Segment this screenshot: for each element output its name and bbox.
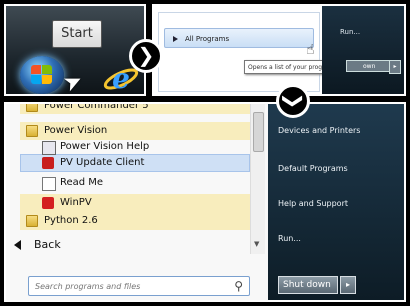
run-link[interactable]: Run... (278, 234, 301, 243)
folder-icon (26, 125, 38, 137)
start-orb-button[interactable] (20, 56, 64, 94)
search-box[interactable]: ⚲ (28, 276, 250, 296)
document-icon (42, 177, 56, 191)
start-menu-right-pane: Devices and Printers Default Programs He… (268, 104, 404, 300)
scrollbar-thumb[interactable] (253, 112, 264, 152)
help-file-icon (42, 141, 56, 155)
expand-triangle-icon (173, 36, 178, 42)
shutdown-button-partial[interactable]: own ▸ (346, 60, 401, 74)
shutdown-options-arrow-icon[interactable]: ▸ (340, 276, 356, 294)
back-label: Back (34, 238, 61, 251)
folder-icon (26, 215, 38, 227)
right-pane: Run... own ▸ (322, 6, 404, 94)
start-tooltip: Start (52, 20, 102, 48)
scroll-down-arrow-icon[interactable]: ▼ (254, 240, 259, 248)
default-programs-link[interactable]: Default Programs (278, 164, 348, 173)
winpv-highlight-row (20, 194, 250, 212)
windows-logo-icon (31, 65, 53, 85)
all-programs-item[interactable]: All Programs (164, 28, 314, 48)
all-programs-label: All Programs (185, 35, 230, 43)
step-arrow-down-icon: ❯ (276, 84, 310, 118)
back-button[interactable]: Back (14, 238, 61, 251)
all-programs-zoom-panel: All Programs ☝ Opens a list of your prog… (152, 4, 406, 96)
devices-and-printers-link[interactable]: Devices and Printers (278, 126, 360, 135)
shutdown-label-partial: own (363, 63, 376, 70)
shutdown-button[interactable]: Shut down (278, 276, 338, 294)
taskbar-zoom-panel: Start ➤ e (4, 4, 146, 96)
folder-icon (26, 104, 38, 112)
program-list-pane (158, 12, 320, 92)
help-and-support-link[interactable]: Help and Support (278, 199, 348, 208)
search-icon[interactable]: ⚲ (234, 279, 243, 293)
step-arrow-right-icon: ❯ (129, 39, 163, 73)
back-triangle-icon (14, 240, 21, 250)
update-client-icon (42, 157, 54, 169)
run-link[interactable]: Run... (340, 28, 360, 36)
winpv-icon (42, 197, 54, 209)
programs-pane: Power Commander 5 Power Vision Power Vis… (6, 104, 268, 300)
shutdown-arrow-icon[interactable]: ▸ (389, 60, 401, 74)
start-menu-zoom-panel: Power Commander 5 Power Vision Power Vis… (4, 102, 406, 302)
svg-text:e: e (112, 62, 130, 95)
program-list-scrollbar[interactable]: ▼ (250, 104, 265, 254)
hand-pointer-icon: ☝ (306, 42, 315, 58)
search-input[interactable] (35, 279, 215, 293)
